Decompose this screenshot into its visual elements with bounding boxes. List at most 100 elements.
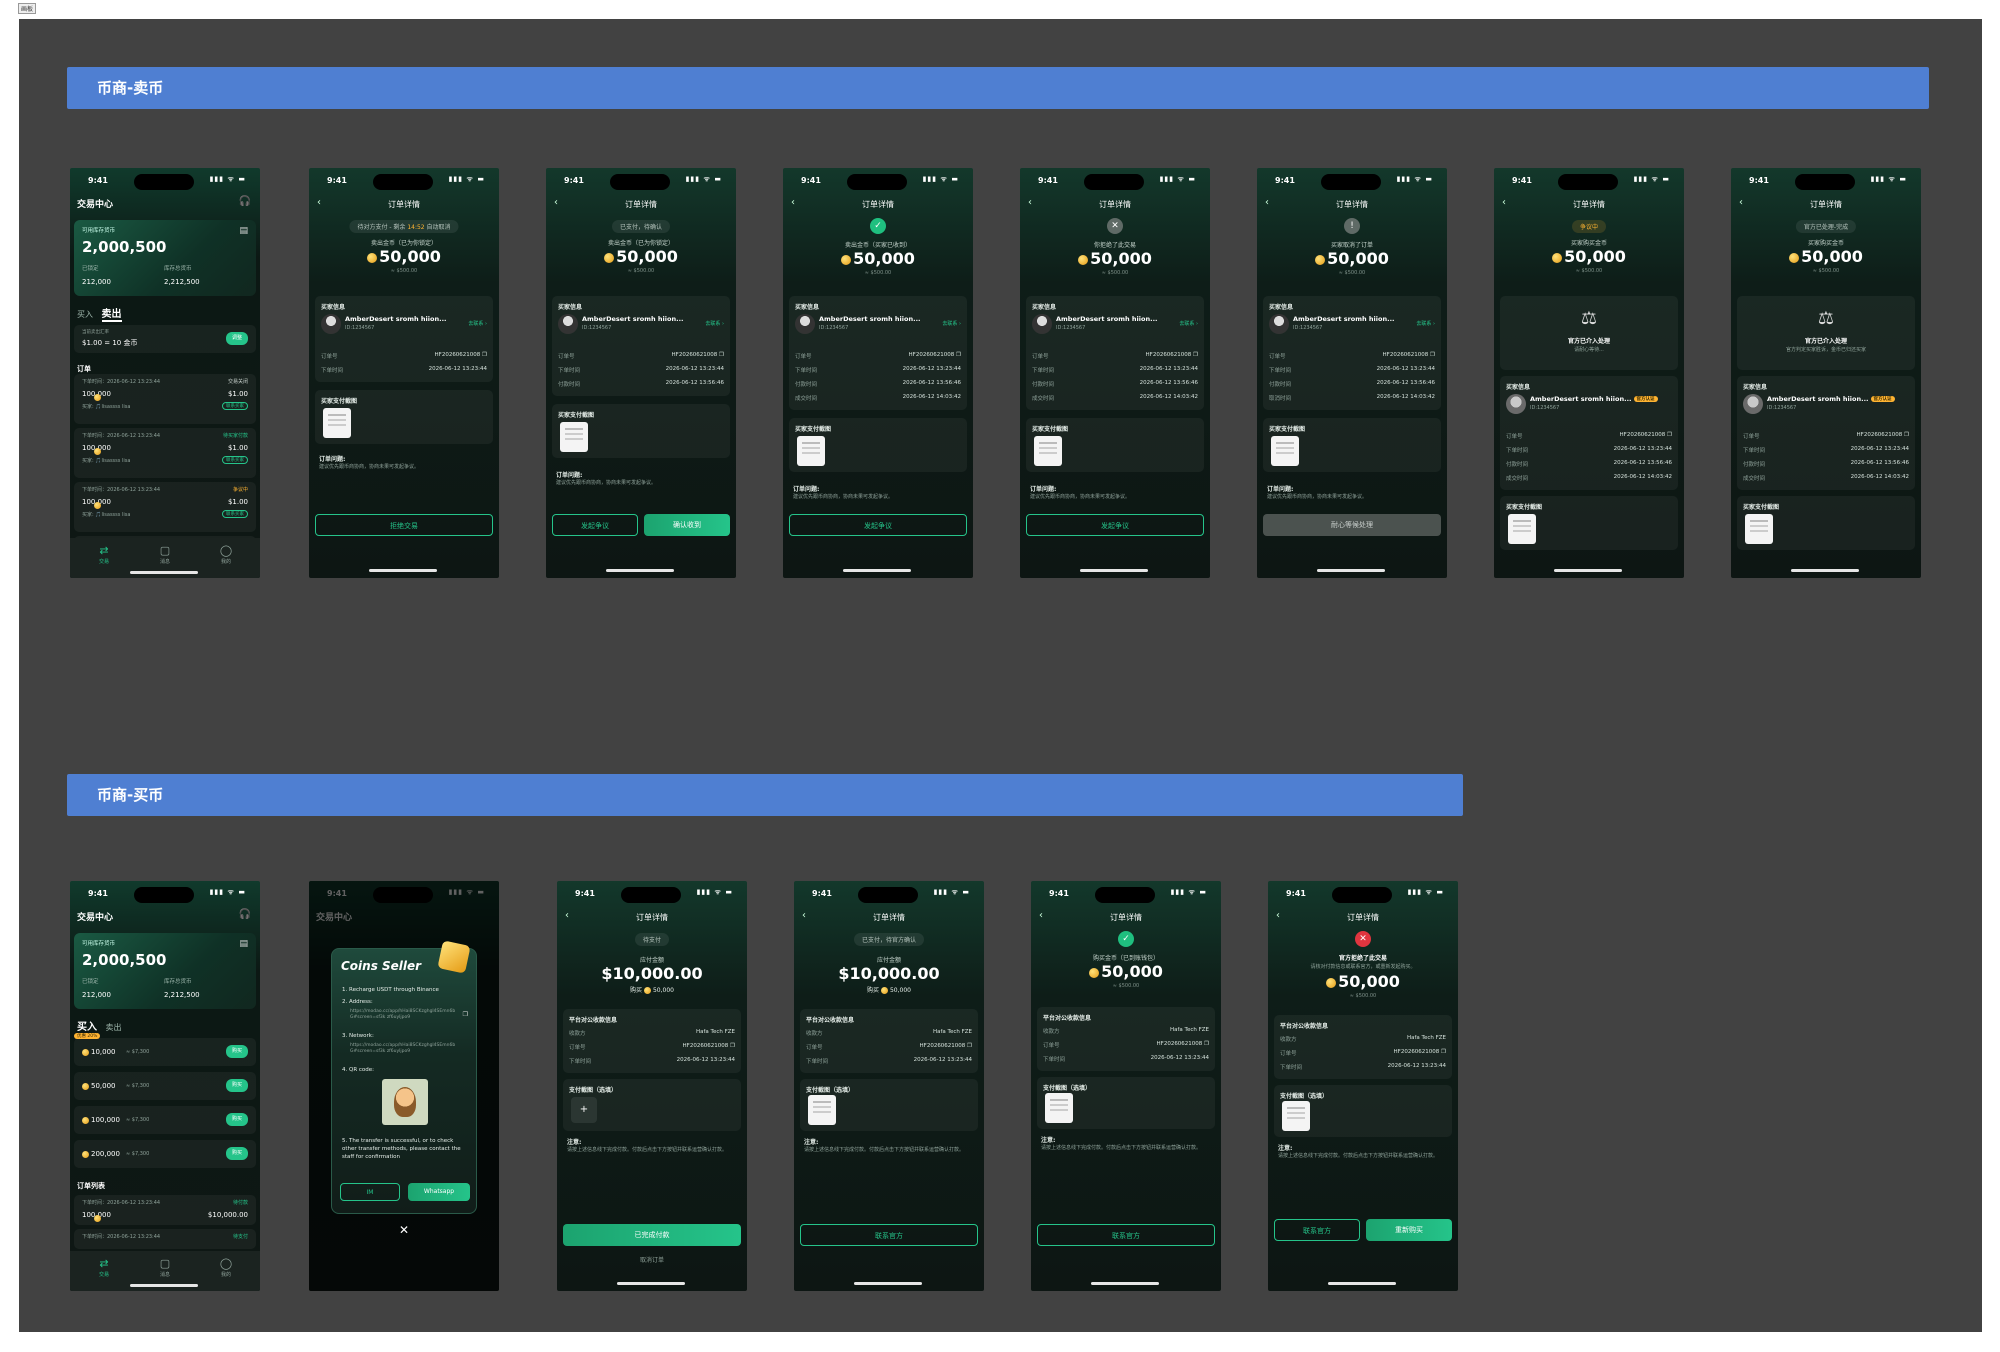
contact-buyer-link[interactable]: 去联系 › — [705, 320, 724, 327]
contact-official-button[interactable]: 联系官方 — [1037, 1224, 1215, 1246]
tab-sell[interactable]: 卖出 — [106, 1023, 122, 1032]
buy-button[interactable]: 购买 — [226, 1045, 248, 1058]
status-bar: 9:41▮▮▮ ᯤ ▬ — [557, 887, 747, 903]
coin-icon — [1078, 254, 1089, 265]
phone-coins-seller-modal: 9:41▮▮▮ ᯤ ▬ 交易中心 Coins Seller 1. Recharg… — [309, 881, 499, 1291]
payment-screenshot-card: 买家支付截图 — [789, 418, 967, 472]
amount-label: 买家购买金币 — [1570, 240, 1607, 247]
tabbar-trade[interactable]: ⇄ 交易 — [84, 544, 124, 565]
dispute-button[interactable]: 发起争议 — [552, 514, 638, 536]
im-button[interactable]: IM — [340, 1183, 400, 1201]
list-item[interactable]: 下单时间：2026-06-12 13:23:44 待支付 — [74, 1229, 256, 1249]
status-pill: 争议中 — [1571, 220, 1607, 233]
cancel-order-link[interactable]: 取消订单 — [557, 1255, 747, 1264]
contact-buyer-link[interactable]: 去联系 › — [1416, 320, 1435, 327]
wait-processing-button[interactable]: 耐心等候处理 — [1263, 514, 1441, 536]
note-title: 注意: — [1278, 1145, 1293, 1152]
coin-icon — [1789, 252, 1800, 263]
coin-package-item[interactable]: 100,000 ≈ $7,300 购买 — [74, 1106, 256, 1134]
buyer-info-card: 买家信息 AmberDesert sromh hiion... ID:12345… — [1263, 296, 1441, 410]
page-title: 订单详情 — [1110, 913, 1142, 922]
tabbar-trade[interactable]: ⇄ 交易 — [84, 1257, 124, 1278]
trade-tabs: 买入 卖出 — [77, 1018, 122, 1035]
swap-icon: ⇄ — [99, 544, 109, 557]
coin-package-item[interactable]: 50,000 ≈ $7,300 购买 — [74, 1072, 256, 1100]
headset-icon[interactable]: 🎧 — [239, 909, 251, 920]
status-bar: 9:41▮▮▮ ᯤ ▬ — [783, 174, 973, 190]
tabbar-profile[interactable]: ◯ 我的 — [206, 1257, 246, 1278]
discount-badge: 优惠 20% — [74, 1033, 101, 1039]
tab-sell[interactable]: 卖出 — [101, 309, 122, 322]
tab-buy[interactable]: 买入 — [77, 310, 93, 319]
verified-badge: 官方认证 — [1870, 396, 1895, 402]
adjust-rate-button[interactable]: 调整 — [226, 332, 248, 345]
order-card[interactable]: 下单时间：2026-06-12 13:23:44 交易关闭 100,000 $1… — [74, 374, 256, 424]
screenshot-thumbnail[interactable] — [1745, 514, 1773, 544]
user-icon: ◯ — [219, 544, 233, 557]
confirm-received-button[interactable]: 确认收到 — [644, 514, 730, 536]
tabbar-profile[interactable]: ◯ 我的 — [206, 544, 246, 565]
buy-button[interactable]: 购买 — [226, 1079, 248, 1092]
contact-official-button[interactable]: 联系官方 — [1274, 1219, 1360, 1241]
avatar[interactable] — [1032, 314, 1052, 334]
payment-done-button[interactable]: 已完成付款 — [563, 1224, 741, 1246]
screenshot-thumbnail[interactable] — [1034, 436, 1062, 466]
rebuy-button[interactable]: 重新购买 — [1366, 1219, 1452, 1241]
payment-screenshot-upload: 支付截图（选填） — [800, 1079, 978, 1131]
note-text: 请按上述信息线下完成付款。付款后点击下方按钮并联系运营确认打款。 — [567, 1147, 728, 1153]
coin-icon — [93, 394, 101, 401]
screenshot-thumbnail[interactable] — [797, 436, 825, 466]
dispute-button[interactable]: 发起争议 — [789, 514, 967, 536]
status-pill: 待支付 — [634, 933, 670, 946]
avatar[interactable] — [321, 314, 341, 334]
page-title: 订单详情 — [1573, 200, 1605, 209]
status-bar: 9:41▮▮▮ ᯤ ▬ — [1494, 174, 1684, 190]
platform-payee-card: 平台对公收款信息 收款方 Hafa Tech FZE 订单号 HF202606210… — [1274, 1015, 1452, 1079]
contact-buyer-link[interactable]: 去联系 › — [1179, 320, 1198, 327]
buy-button[interactable]: 购买 — [226, 1113, 248, 1126]
payment-screenshot-card: 买家支付截图 — [552, 404, 730, 458]
contact-buyer-button[interactable]: 联系买家 — [222, 456, 248, 464]
note-title: 注意: — [1041, 1137, 1056, 1144]
status-text: 官方拒绝了此交易 — [1338, 955, 1387, 962]
avatar[interactable] — [795, 314, 815, 334]
order-card[interactable]: 下单时间：2026-06-12 13:23:44 待买家付款 100,000 $… — [74, 428, 256, 478]
coin-package-item[interactable]: 优惠 20% 10,000 ≈ $7,300 购买 — [74, 1033, 256, 1066]
contact-buyer-button[interactable]: 联系买家 — [222, 402, 248, 410]
close-icon[interactable]: ✕ — [399, 1223, 409, 1237]
avatar[interactable] — [1506, 394, 1526, 414]
avatar[interactable] — [1743, 394, 1763, 414]
add-image-icon[interactable]: + — [571, 1097, 597, 1123]
list-item[interactable]: 下单时间：2026-06-12 13:23:44 待付款 100,000 $10… — [74, 1195, 256, 1225]
dispute-button[interactable]: 发起争议 — [1026, 514, 1204, 536]
avatar[interactable] — [558, 314, 578, 334]
contact-official-button[interactable]: 联系官方 — [800, 1224, 978, 1246]
contact-buyer-link[interactable]: 去联系 › — [942, 320, 961, 327]
screenshot-thumbnail[interactable] — [1282, 1101, 1310, 1131]
record-icon[interactable]: ▤ — [239, 939, 248, 949]
tabbar-messages[interactable]: ▢ 消息 — [145, 544, 185, 565]
network-text[interactable]: https://modao.cc/app/hHai8SCKzghgl4SEmn6… — [350, 1043, 456, 1055]
avatar[interactable] — [1269, 314, 1289, 334]
contact-buyer-button[interactable]: 联系买家 — [222, 510, 248, 518]
amount-label: 应付金额 — [876, 957, 901, 964]
buy-button[interactable]: 购买 — [226, 1147, 248, 1160]
screenshot-thumbnail[interactable] — [560, 422, 588, 452]
headset-icon[interactable]: 🎧 — [239, 196, 251, 207]
screenshot-thumbnail[interactable] — [1271, 436, 1299, 466]
tabbar-messages[interactable]: ▢ 消息 — [145, 1257, 185, 1278]
whatsapp-button[interactable]: Whatsapp — [408, 1183, 470, 1201]
screenshot-thumbnail[interactable] — [808, 1095, 836, 1125]
gift-icon — [437, 940, 471, 974]
copy-icon[interactable]: ❐ — [463, 1011, 468, 1018]
contact-buyer-link[interactable]: 去联系 › — [468, 320, 487, 327]
reject-trade-button[interactable]: 拒绝交易 — [315, 514, 493, 536]
screenshot-thumbnail[interactable] — [1508, 514, 1536, 544]
screenshot-thumbnail[interactable] — [1045, 1093, 1073, 1123]
coin-package-item[interactable]: 200,000 ≈ $7,300 购买 — [74, 1140, 256, 1168]
address-text[interactable]: https://modao.cc/app/hHai8SCKzghgl4SEmn6… — [350, 1009, 456, 1021]
order-card[interactable]: 下单时间：2026-06-12 13:23:44 争议中 100,000 $1.… — [74, 482, 256, 532]
record-icon[interactable]: ▤ — [239, 226, 248, 236]
platform-payee-card: 平台对公收款信息 收款方 Hafa Tech FZE 订单号 HF202606210… — [800, 1009, 978, 1073]
screenshot-thumbnail[interactable] — [323, 408, 351, 438]
